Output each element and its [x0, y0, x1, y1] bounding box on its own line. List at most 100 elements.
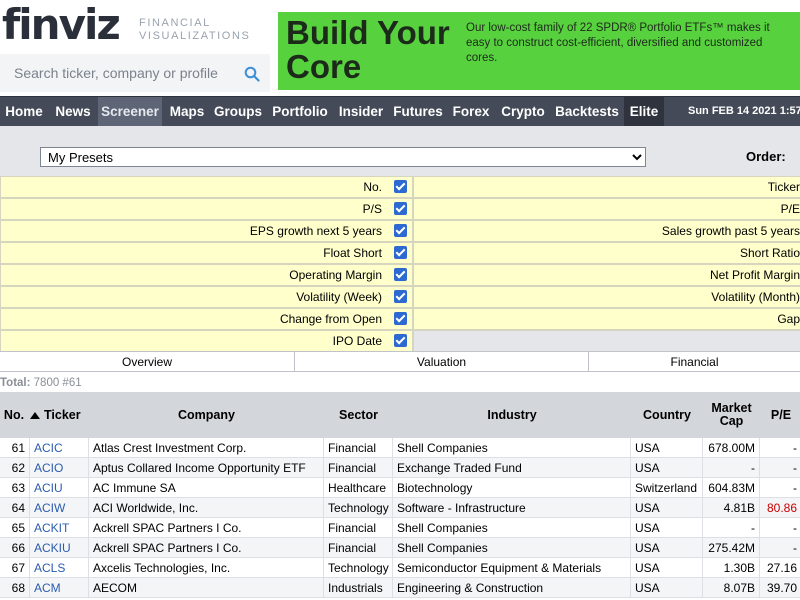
checkbox-checked[interactable] [394, 290, 407, 303]
header-pe[interactable]: P/E [760, 392, 800, 438]
tab-overview[interactable]: Overview [0, 352, 295, 372]
cell-no: 62 [0, 458, 30, 478]
cell-ticker[interactable]: ACKIT [30, 518, 89, 538]
cell-country: USA [631, 518, 703, 538]
checkbox-checked[interactable] [394, 312, 407, 325]
logo-tagline-line2: VISUALIZATIONS [139, 30, 251, 42]
column-label: Gap [777, 312, 800, 326]
header-ticker-label: Ticker [44, 407, 81, 422]
column-option[interactable]: No. [0, 176, 413, 198]
table-row[interactable]: 61 ACIC Atlas Crest Investment Corp. Financ… [0, 438, 800, 458]
logo-tagline: FINANCIAL VISUALIZATIONS [139, 17, 250, 43]
column-label: Change from Open [279, 312, 382, 326]
ad-title: Build Your Core [286, 14, 450, 85]
nav-backtests[interactable]: Backtests [552, 97, 622, 126]
total-label: Total: [0, 377, 31, 389]
column-option[interactable]: Net Profit Margin [413, 264, 800, 286]
header-country[interactable]: Country [631, 392, 703, 438]
cell-industry: Engineering & Construction [393, 578, 631, 598]
cell-no: 61 [0, 438, 30, 458]
nav-elite[interactable]: Elite [624, 97, 664, 126]
table-row[interactable]: 66 ACKIU Ackrell SPAC Partners I Co. Financ… [0, 538, 800, 558]
cell-ticker[interactable]: ACIO [30, 458, 89, 478]
finviz-logo[interactable]: finviz FINANCIAL VISUALIZATIONS [0, 0, 270, 52]
cell-ticker[interactable]: ACKIU [30, 538, 89, 558]
nav-groups[interactable]: Groups [212, 97, 264, 126]
cell-pe: - [760, 518, 800, 538]
checkbox-checked[interactable] [394, 334, 407, 347]
column-option[interactable]: Ticker [413, 176, 800, 198]
column-option[interactable]: Gap [413, 308, 800, 330]
search-input[interactable] [14, 63, 234, 83]
cell-no: 67 [0, 558, 30, 578]
cell-no: 64 [0, 498, 30, 518]
column-option[interactable]: P/S [0, 198, 413, 220]
header-market-cap[interactable]: Market Cap [703, 392, 760, 438]
checkbox-checked[interactable] [394, 268, 407, 281]
cell-ticker[interactable]: ACIC [30, 438, 89, 458]
nav-maps[interactable]: Maps [164, 97, 210, 126]
column-label: Operating Margin [289, 268, 382, 282]
column-label: Short Ratio [739, 246, 800, 260]
search-icon[interactable] [244, 66, 260, 82]
column-label: IPO Date [332, 334, 382, 348]
column-row: Volatility (Week) Volatility (Month) [0, 286, 800, 308]
cell-industry: Semiconductor Equipment & Materials [393, 558, 631, 578]
nav-home[interactable]: Home [0, 97, 48, 126]
header-sector[interactable]: Sector [324, 392, 393, 438]
cell-company: AC Immune SA [89, 478, 324, 498]
cell-market-cap: - [703, 518, 760, 538]
table-row[interactable]: 62 ACIO Aptus Collared Income Opportunity … [0, 458, 800, 478]
column-option[interactable]: Volatility (Month) [413, 286, 800, 308]
column-option[interactable]: Volatility (Week) [0, 286, 413, 308]
cell-ticker[interactable]: ACM [30, 578, 89, 598]
checkbox-checked[interactable] [394, 224, 407, 237]
nav-futures[interactable]: Futures [390, 97, 446, 126]
column-option[interactable]: Change from Open [0, 308, 413, 330]
nav-forex[interactable]: Forex [448, 97, 494, 126]
cell-ticker[interactable]: ACIW [30, 498, 89, 518]
column-option[interactable]: Operating Margin [0, 264, 413, 286]
header-ticker[interactable]: Ticker [30, 392, 88, 438]
cell-market-cap: 275.42M [703, 538, 760, 558]
tab-valuation[interactable]: Valuation [295, 352, 589, 372]
nav-portfolio[interactable]: Portfolio [267, 97, 333, 126]
header-industry[interactable]: Industry [393, 392, 631, 438]
checkbox-checked[interactable] [394, 202, 407, 215]
table-row[interactable]: 68 ACM AECOM Industrials Engineering & Const… [0, 578, 800, 598]
cell-industry: Shell Companies [393, 538, 631, 558]
header-company[interactable]: Company [89, 392, 324, 438]
column-option[interactable]: EPS growth next 5 years [0, 220, 413, 242]
cell-sector: Financial [324, 518, 393, 538]
cell-market-cap: 604.83M [703, 478, 760, 498]
cell-sector: Financial [324, 538, 393, 558]
table-row[interactable]: 67 ACLS Axcelis Technologies, Inc. Technolo… [0, 558, 800, 578]
view-tabs: Overview Valuation Financial [0, 351, 800, 372]
checkbox-checked[interactable] [394, 180, 407, 193]
cell-country: USA [631, 578, 703, 598]
column-row: Change from Open Gap [0, 308, 800, 330]
nav-screener[interactable]: Screener [98, 97, 162, 126]
column-option[interactable]: P/E [413, 198, 800, 220]
table-row[interactable]: 64 ACIW ACI Worldwide, Inc. Technology Softw… [0, 498, 800, 518]
logo-tagline-line1: FINANCIAL [139, 17, 211, 29]
column-option[interactable]: IPO Date [0, 330, 413, 352]
cell-ticker[interactable]: ACIU [30, 478, 89, 498]
advertisement-banner[interactable]: Build Your Core Our low-cost family of 2… [278, 12, 800, 90]
cell-ticker[interactable]: ACLS [30, 558, 89, 578]
column-option[interactable]: Sales growth past 5 years [413, 220, 800, 242]
checkbox-checked[interactable] [394, 246, 407, 259]
header-no[interactable]: No. [0, 392, 28, 438]
nav-news[interactable]: News [50, 97, 96, 126]
column-label: Volatility (Week) [296, 290, 382, 304]
search-box [0, 54, 270, 92]
cell-country: USA [631, 558, 703, 578]
table-row[interactable]: 63 ACIU AC Immune SA Healthcare Biotechnolog… [0, 478, 800, 498]
tab-financial[interactable]: Financial [589, 352, 800, 372]
table-row[interactable]: 65 ACKIT Ackrell SPAC Partners I Co. Financ… [0, 518, 800, 538]
nav-insider[interactable]: Insider [334, 97, 388, 126]
column-option[interactable]: Float Short [0, 242, 413, 264]
nav-crypto[interactable]: Crypto [496, 97, 550, 126]
column-option[interactable]: Short Ratio [413, 242, 800, 264]
presets-dropdown[interactable]: My Presets [40, 147, 646, 167]
